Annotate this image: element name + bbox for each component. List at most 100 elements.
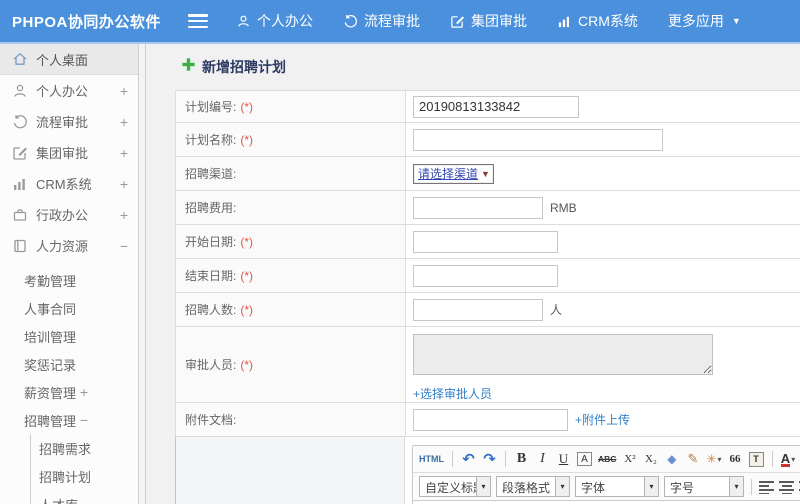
expand-plus-icon[interactable]: + [116, 145, 128, 161]
required-marker: (*) [240, 99, 254, 114]
eraser-icon[interactable]: ◆ [664, 450, 679, 468]
caret-down-icon: ▾ [555, 477, 569, 496]
process-icon [12, 114, 28, 130]
nav-crm-system[interactable]: CRM系统 [557, 11, 638, 31]
sidebar-scrollbar[interactable] [138, 44, 146, 504]
fee-input[interactable] [413, 196, 543, 219]
clear-format-icon[interactable]: ✳ ▾ [706, 450, 721, 468]
briefcase-icon [12, 207, 28, 223]
select-approvers-link[interactable]: +选择审批人员 [413, 385, 492, 402]
sidebar-item-crm[interactable]: CRM系统 + [0, 168, 138, 199]
form-row-fee: 招聘费用: RMB [176, 191, 800, 225]
redo-icon[interactable]: ↷ [482, 450, 497, 468]
hr-submenu: 考勤管理 人事合同 培训管理 奖惩记录 薪资管理 + 招聘管理 − 招聘需求 招聘计… [0, 266, 138, 504]
underline-button[interactable]: U [556, 450, 571, 468]
nav-process-approval[interactable]: 流程审批 [343, 11, 420, 31]
italic-button[interactable]: I [535, 450, 550, 468]
nav-label: 流程审批 [364, 13, 420, 29]
editor-toolbar-row2: 自定义标题 ▾ 段落格式 ▾ 字体 ▾ [413, 473, 800, 501]
form-row-end-date: 结束日期: (*) [176, 259, 800, 293]
paragraph-format-dropdown[interactable]: 段落格式 ▾ [496, 476, 570, 497]
sidebar-item-attendance[interactable]: 考勤管理 [0, 266, 138, 294]
recruit-submenu: 招聘需求 招聘计划 人才库 [30, 434, 138, 504]
sidebar-item-group-approval[interactable]: 集团审批 + [0, 137, 138, 168]
sidebar-item-label: 行政办公 [36, 208, 89, 223]
top-nav: 个人办公 流程审批 集团审批 CRM系统 更多应用 ▼ [236, 11, 741, 31]
channel-select[interactable]: 请选择渠道 ▼ [413, 163, 494, 184]
field-label: 计划编号: [185, 100, 237, 114]
strikethrough-button[interactable]: ABC [598, 450, 616, 468]
paste-icon[interactable]: T [748, 451, 764, 467]
sidebar-item-admin-office[interactable]: 行政办公 + [0, 199, 138, 230]
sidebar-item-hr-contract[interactable]: 人事合同 [0, 294, 138, 322]
headcount-unit-label: 人 [550, 303, 563, 317]
subscript-button[interactable]: X₂ [643, 450, 658, 468]
sidebar-item-recruit-demand[interactable]: 招聘需求 [31, 434, 138, 462]
field-label: 审批人员: [185, 358, 237, 372]
custom-title-dropdown[interactable]: 自定义标题 ▾ [419, 476, 491, 497]
blockquote-button[interactable]: 66 [728, 450, 743, 468]
collapse-minus-icon[interactable]: − [116, 238, 128, 254]
border-text-button[interactable]: A [577, 452, 592, 466]
required-marker: (*) [240, 268, 254, 283]
font-family-dropdown[interactable]: 字体 ▾ [575, 476, 659, 497]
nav-label: 更多应用 [667, 13, 724, 29]
form-row-plan-name: 计划名称: (*) [176, 123, 800, 157]
attachment-upload-link[interactable]: +附件上传 [575, 411, 630, 428]
align-left-icon[interactable] [759, 479, 774, 494]
user-icon [236, 14, 251, 29]
required-marker: (*) [240, 302, 254, 317]
sidebar-item-process-approval[interactable]: 流程审批 + [0, 106, 138, 137]
sidebar-item-rewards[interactable]: 奖惩记录 [0, 350, 138, 378]
sidebar-item-recruit-mgmt[interactable]: 招聘管理 − [0, 406, 138, 434]
plan-number-input[interactable] [413, 95, 579, 118]
font-size-dropdown[interactable]: 字号 ▾ [664, 476, 744, 497]
sidebar-item-training[interactable]: 培训管理 [0, 322, 138, 350]
collapse-minus-icon[interactable]: − [76, 412, 88, 428]
nav-label: 集团审批 [471, 13, 527, 29]
required-marker: (*) [240, 234, 254, 249]
nav-group-approval[interactable]: 集团审批 [450, 11, 527, 31]
chart-icon [557, 14, 572, 29]
approvers-textarea[interactable] [413, 334, 713, 375]
form-row-headcount: 招聘人数: (*) 人 [176, 293, 800, 327]
field-label: 结束日期: [185, 269, 237, 283]
headcount-input[interactable] [413, 298, 543, 321]
start-date-input[interactable] [413, 230, 558, 253]
expand-plus-icon[interactable]: + [116, 83, 128, 99]
form-row-plan-number: 计划编号: (*) [176, 91, 800, 123]
sidebar-item-salary[interactable]: 薪资管理 + [0, 378, 138, 406]
sidebar-item-hr[interactable]: 人力资源 − [0, 230, 138, 261]
nav-personal-office[interactable]: 个人办公 [236, 11, 313, 31]
sidebar-item-label: CRM系统 [36, 177, 92, 192]
field-label: 招聘人数: [185, 303, 237, 317]
html-source-button[interactable]: HTML [419, 450, 444, 468]
font-color-button[interactable]: A ▾ [780, 450, 796, 468]
sidebar-item-label: 个人办公 [36, 84, 89, 99]
end-date-input[interactable] [413, 264, 558, 287]
field-label: 招聘费用: [185, 201, 237, 215]
sidebar-item-talent-pool[interactable]: 人才库 [31, 490, 138, 504]
undo-icon[interactable]: ↶ [461, 450, 476, 468]
align-center-icon[interactable] [779, 479, 794, 494]
sidebar-item-label: 流程审批 [36, 115, 89, 130]
page-title: 新增招聘计划 [181, 57, 800, 77]
expand-plus-icon[interactable]: + [76, 384, 88, 400]
nav-more-apps[interactable]: 更多应用 ▼ [668, 11, 741, 31]
form-row-channel: 招聘渠道: 请选择渠道 ▼ [176, 157, 800, 191]
plan-name-input[interactable] [413, 128, 663, 151]
sidebar-item-personal-office[interactable]: 个人办公 + [0, 75, 138, 106]
format-brush-icon[interactable]: ✎ [685, 450, 700, 468]
attachment-input[interactable] [413, 408, 568, 431]
sidebar-item-desktop[interactable]: 个人桌面 [0, 44, 138, 75]
expand-plus-icon[interactable]: + [116, 207, 128, 223]
bold-button[interactable]: B [514, 450, 529, 468]
sidebar-item-recruit-plan[interactable]: 招聘计划 [31, 462, 138, 490]
expand-plus-icon[interactable]: + [116, 176, 128, 192]
superscript-button[interactable]: X² [622, 450, 637, 468]
edit-icon [450, 14, 465, 29]
hamburger-menu-icon[interactable] [188, 14, 208, 28]
caret-down-icon: ▾ [644, 477, 658, 496]
chart-icon [12, 176, 28, 192]
expand-plus-icon[interactable]: + [116, 114, 128, 130]
